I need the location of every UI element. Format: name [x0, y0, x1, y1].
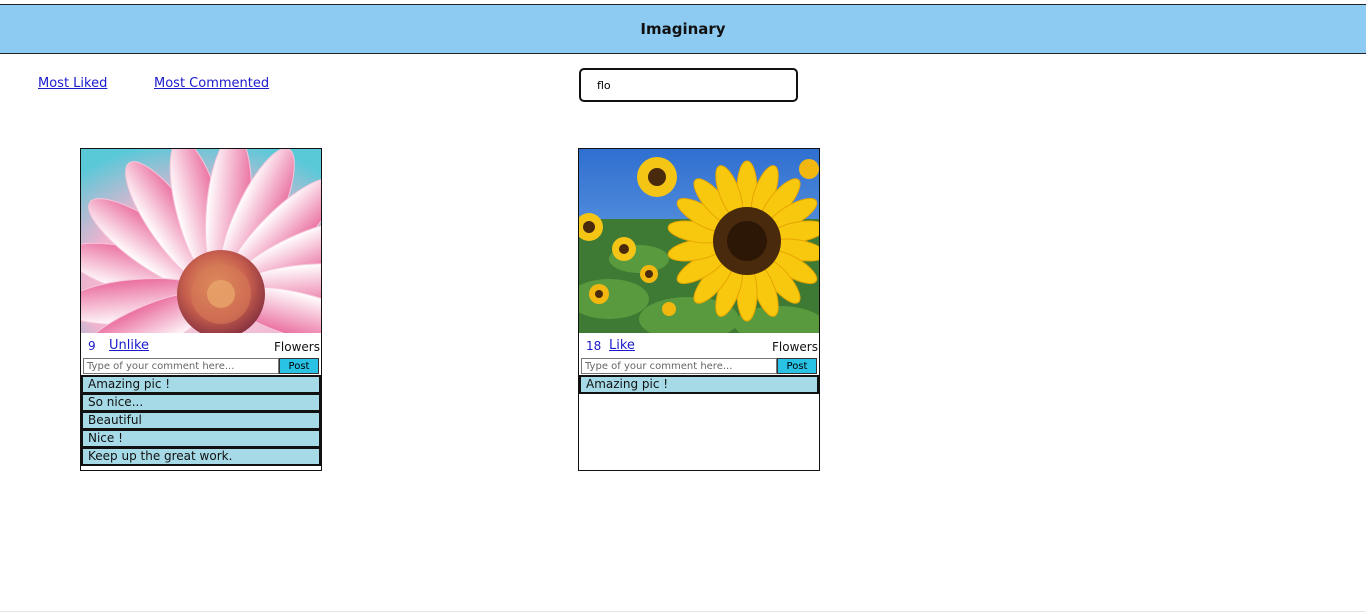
post-meta: 18 Like Flowers	[579, 333, 819, 357]
like-link[interactable]: Like	[609, 338, 635, 353]
search-input[interactable]	[579, 68, 798, 102]
app-title: Imaginary	[640, 20, 726, 38]
comment-list: Amazing pic !	[579, 375, 819, 394]
comment-list: Amazing pic ! So nice... Beautiful Nice …	[81, 375, 321, 466]
app-header: Imaginary	[0, 4, 1366, 54]
comment-form: Post	[81, 357, 321, 375]
post-comment-button[interactable]: Post	[777, 358, 817, 374]
comment-input[interactable]	[581, 358, 777, 374]
comment-item: So nice...	[81, 393, 321, 412]
comment-item: Beautiful	[81, 411, 321, 430]
category-label: Flowers	[772, 340, 818, 354]
like-count: 18	[586, 339, 602, 353]
most-liked-link[interactable]: Most Liked	[38, 76, 107, 91]
page-bottom-divider	[0, 611, 1366, 612]
post-meta: 9 Unlike Flowers	[81, 333, 321, 357]
pink-daisy-photo-icon	[81, 149, 321, 333]
comment-item: Amazing pic !	[81, 375, 321, 394]
comment-item: Keep up the great work.	[81, 447, 321, 466]
post-comment-button[interactable]: Post	[279, 358, 319, 374]
sunflower-photo-icon	[579, 149, 819, 333]
comment-item: Amazing pic !	[579, 375, 819, 394]
comment-input[interactable]	[83, 358, 279, 374]
most-commented-link[interactable]: Most Commented	[154, 76, 269, 91]
comment-item: Nice !	[81, 429, 321, 448]
comment-form: Post	[579, 357, 819, 375]
unlike-link[interactable]: Unlike	[109, 338, 149, 353]
like-count: 9	[88, 339, 96, 353]
post-card: 18 Like Flowers Post Amazing pic !	[578, 148, 820, 471]
post-card: 9 Unlike Flowers Post Amazing pic ! So n…	[80, 148, 322, 471]
category-label: Flowers	[274, 340, 320, 354]
